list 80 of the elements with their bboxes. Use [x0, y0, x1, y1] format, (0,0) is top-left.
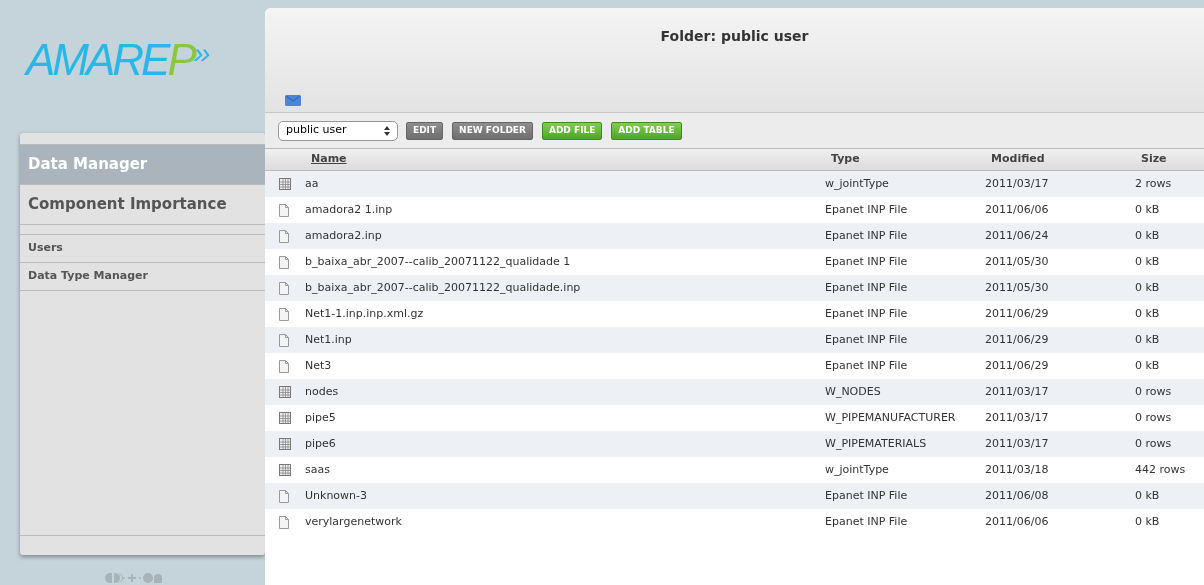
table-cell-text: 2011/06/29: [985, 305, 1049, 322]
table-cell[interactable]: Unknown-3: [305, 487, 368, 505]
table-cell[interactable]: Net3: [305, 357, 332, 375]
table-cell-text: Epanet INP File: [825, 305, 908, 322]
table-cell-text: 2011/06/06: [985, 201, 1049, 218]
table-cell-text: 0 rows: [1135, 435, 1172, 452]
table-icon: [279, 464, 291, 476]
table-cell-text: 2011/06/29: [985, 331, 1049, 348]
mail-icon[interactable]: [285, 95, 301, 106]
table-cell-text: W_PIPEMATERIALS: [825, 435, 927, 452]
table-cell-text: 0 kB: [1135, 357, 1160, 374]
file-icon: [279, 333, 289, 347]
table-cell[interactable]: Net1-1.inp.inp.xml.gz: [305, 305, 424, 323]
table-cell-text: 442 rows: [1135, 461, 1186, 478]
folder-select[interactable]: public user: [278, 120, 398, 141]
table-cell-text: Epanet INP File: [825, 279, 908, 296]
file-icon: [279, 203, 289, 217]
table-cell-text: 0 rows: [1135, 383, 1172, 400]
stepper-icon: [384, 125, 390, 136]
table-cell-text: 0 kB: [1135, 279, 1160, 296]
table-cell[interactable]: b_baixa_abr_2007--calib_20071122_qualidade.inp: [305, 279, 581, 297]
column-header[interactable]: Modified: [991, 151, 1045, 168]
table-cell-text: 0 kB: [1135, 331, 1160, 348]
table-cell-text: 2011/05/30: [985, 253, 1049, 270]
file-icon: [279, 229, 289, 243]
file-icon: [279, 489, 289, 503]
logo: AMAREP»: [26, 38, 208, 82]
column-header[interactable]: Name: [311, 151, 347, 168]
folder-title: Folder: public user: [660, 27, 809, 46]
table-cell[interactable]: aa: [305, 175, 319, 193]
table-cell-text: 0 kB: [1135, 305, 1160, 322]
file-icon: [279, 307, 289, 321]
table-cell-text: 2011/03/17: [985, 409, 1049, 426]
column-header[interactable]: Size: [1141, 151, 1167, 168]
table-cell-text: Epanet INP File: [825, 331, 908, 348]
table-cell-text: Epanet INP File: [825, 253, 908, 270]
table-cell[interactable]: b_baixa_abr_2007--calib_20071122_qualidade 1: [305, 253, 571, 271]
table-icon: [279, 438, 291, 450]
table-cell-text: 0 kB: [1135, 513, 1160, 530]
table-cell-text: 2011/06/08: [985, 487, 1049, 504]
table-cell[interactable]: pipe5: [305, 409, 336, 427]
table-cell[interactable]: nodes: [305, 383, 339, 401]
table-cell-text: 2 rows: [1135, 175, 1172, 192]
file-icon: [279, 281, 289, 295]
column-header[interactable]: Type: [831, 151, 860, 168]
file-icon: [279, 515, 289, 529]
table-cell-text: Epanet INP File: [825, 227, 908, 244]
table-cell-text: 2011/05/30: [985, 279, 1049, 296]
table-cell-text: Epanet INP File: [825, 201, 908, 218]
table-cell-text: W_PIPEMANUFACTURER: [825, 409, 956, 426]
table-cell[interactable]: Net1.inp: [305, 331, 352, 349]
table-cell-text: w_jointType: [825, 461, 889, 478]
table-cell-text: 0 kB: [1135, 227, 1160, 244]
table-cell-text: Epanet INP File: [825, 357, 908, 374]
table-cell-text: 2011/03/17: [985, 383, 1049, 400]
table-cell-text: 0 kB: [1135, 487, 1160, 504]
table-cell[interactable]: pipe6: [305, 435, 336, 453]
table-cell-text: Epanet INP File: [825, 513, 908, 530]
table-cell-text: 2011/06/29: [985, 357, 1049, 374]
table-cell-text: w_jointType: [825, 175, 889, 192]
table-icon: [279, 412, 291, 424]
file-icon: [279, 359, 289, 373]
table-cell-text: 2011/03/18: [985, 461, 1049, 478]
table-icon: [279, 178, 291, 190]
table-cell-text: 0 kB: [1135, 201, 1160, 218]
table-cell-text: 0 kB: [1135, 253, 1160, 270]
table-cell-text: 0 rows: [1135, 409, 1172, 426]
table-icon: [279, 386, 291, 398]
table-cell-text: 2011/03/17: [985, 435, 1049, 452]
table-cell[interactable]: amadora2.inp: [305, 227, 382, 245]
table-cell-text: 2011/06/06: [985, 513, 1049, 530]
file-icon: [279, 255, 289, 269]
table-cell[interactable]: verylargenetwork: [305, 513, 402, 531]
table-cell-text: 2011/06/24: [985, 227, 1049, 244]
table-cell[interactable]: saas: [305, 461, 330, 479]
table-cell-text: W_NODES: [825, 383, 881, 400]
footer-logo-icon: [102, 571, 163, 585]
table-cell-text: Epanet INP File: [825, 487, 908, 504]
table-cell-text: 2011/03/17: [985, 175, 1049, 192]
table-cell[interactable]: amadora2 1.inp: [305, 201, 393, 219]
